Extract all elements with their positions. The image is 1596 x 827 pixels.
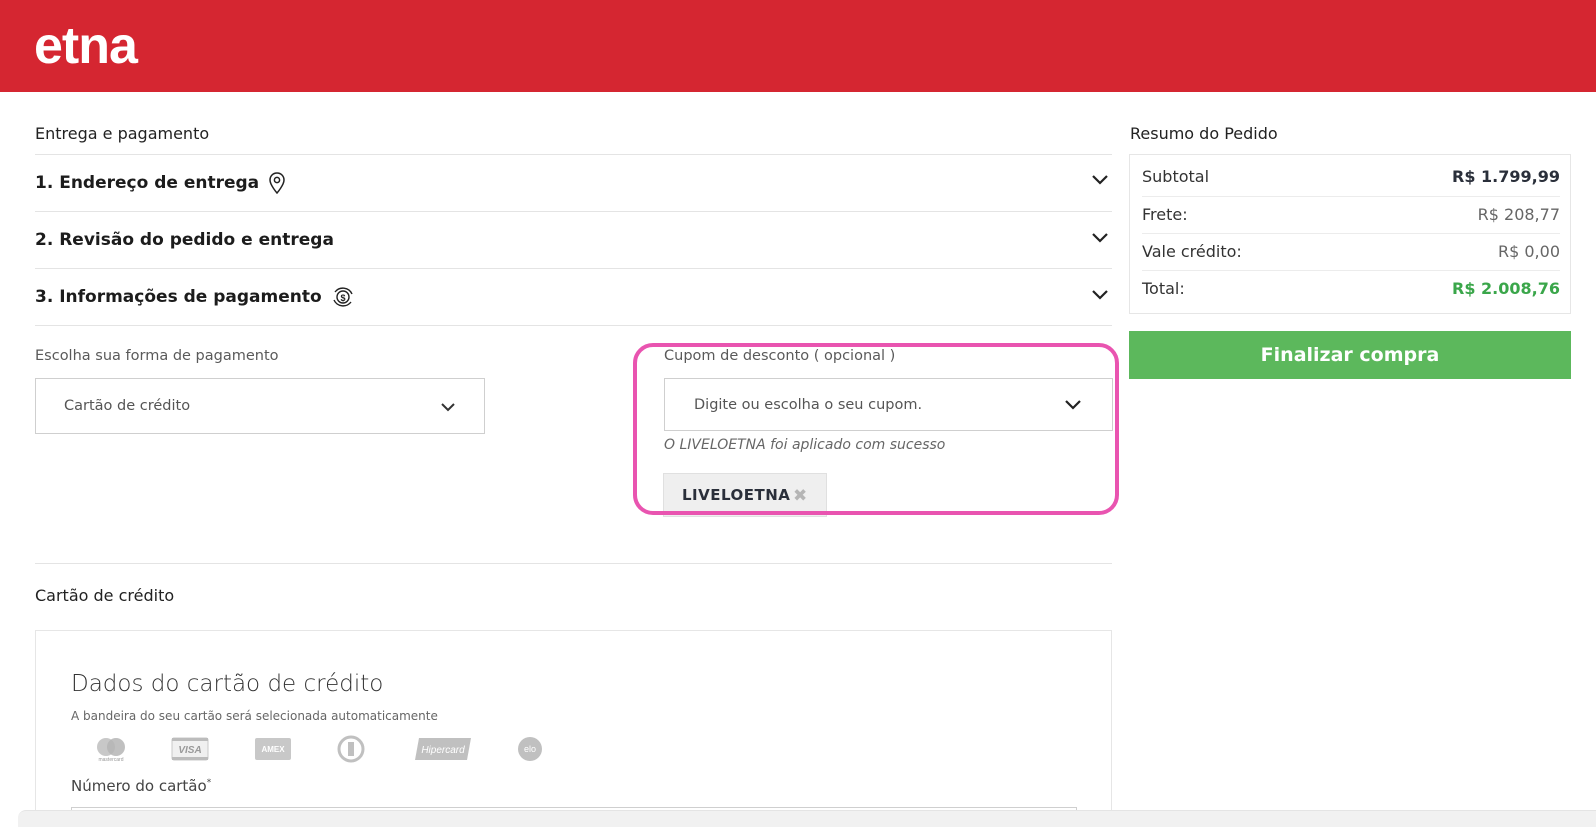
diners-icon [334, 735, 368, 763]
payment-method-select[interactable]: Cartão de crédito [35, 378, 485, 434]
credit-card-panel: Dados do cartão de crédito A bandeira do… [35, 630, 1112, 827]
mastercard-icon: mastercard [91, 735, 131, 763]
summary-label: Total: [1142, 279, 1185, 298]
summary-value: R$ 0,00 [1497, 242, 1560, 261]
summary-value: R$ 208,77 [1477, 205, 1560, 224]
summary-row-credit: Vale crédito: R$ 0,00 [1142, 233, 1560, 270]
payment-method-label: Escolha sua forma de pagamento [35, 348, 279, 364]
summary-row-subtotal: Subtotal R$ 1.799,99 [1142, 158, 1560, 195]
hipercard-icon: Hipercard [413, 735, 473, 763]
credit-card-section-title: Cartão de crédito [35, 586, 175, 605]
visa-icon: VISA [171, 735, 209, 763]
location-pin-icon [267, 171, 287, 195]
step-label: 2. Revisão do pedido e entrega [35, 230, 334, 250]
chevron-down-icon[interactable] [1091, 232, 1109, 244]
payment-method-value: Cartão de crédito [64, 398, 191, 414]
highlight-annotation [633, 343, 1119, 515]
summary-title: Resumo do Pedido [1130, 124, 1278, 143]
site-header: etna [0, 0, 1596, 92]
payment-cycle-icon: $ [330, 284, 356, 310]
divider [35, 325, 1112, 326]
chevron-down-icon [440, 402, 456, 412]
svg-text:mastercard: mastercard [98, 757, 123, 763]
card-panel-title: Dados do cartão de crédito [71, 671, 384, 697]
order-summary-box: Subtotal R$ 1.799,99 Frete: R$ 208,77 Va… [1129, 154, 1571, 314]
chevron-down-icon[interactable] [1091, 174, 1109, 186]
bottom-overlay-bar [18, 810, 1596, 827]
divider [35, 563, 1112, 564]
svg-text:VISA: VISA [178, 745, 201, 756]
svg-text:$: $ [340, 293, 345, 303]
chevron-down-icon[interactable] [1091, 289, 1109, 301]
summary-label: Frete: [1142, 205, 1188, 224]
summary-label: Vale crédito: [1142, 242, 1242, 261]
summary-label: Subtotal [1142, 167, 1210, 186]
step-payment-info[interactable]: 3. Informações de pagamento $ [35, 269, 1110, 325]
step-label: 1. Endereço de entrega [35, 173, 260, 193]
finalize-purchase-button[interactable]: Finalizar compra [1129, 331, 1571, 379]
summary-value: R$ 1.799,99 [1452, 167, 1560, 186]
summary-row-shipping: Frete: R$ 208,77 [1142, 196, 1560, 233]
checkout-title: Entrega e pagamento [35, 124, 210, 143]
step-order-review[interactable]: 2. Revisão do pedido e entrega [35, 212, 1110, 268]
step-label: 3. Informações de pagamento [35, 287, 322, 307]
step-delivery-address[interactable]: 1. Endereço de entrega [35, 155, 1110, 211]
etna-logo[interactable]: etna [34, 16, 138, 76]
card-panel-subtitle: A bandeira do seu cartão será selecionad… [71, 709, 438, 723]
card-number-label: Número do cartão* [71, 777, 212, 795]
amex-icon: AMEX [254, 735, 292, 763]
summary-row-total: Total: R$ 2.008,76 [1142, 270, 1560, 307]
summary-total-value: R$ 2.008,76 [1452, 279, 1560, 298]
svg-text:elo: elo [524, 744, 536, 754]
elo-icon: elo [516, 735, 544, 763]
svg-text:Hipercard: Hipercard [421, 745, 465, 756]
svg-text:AMEX: AMEX [261, 745, 285, 754]
